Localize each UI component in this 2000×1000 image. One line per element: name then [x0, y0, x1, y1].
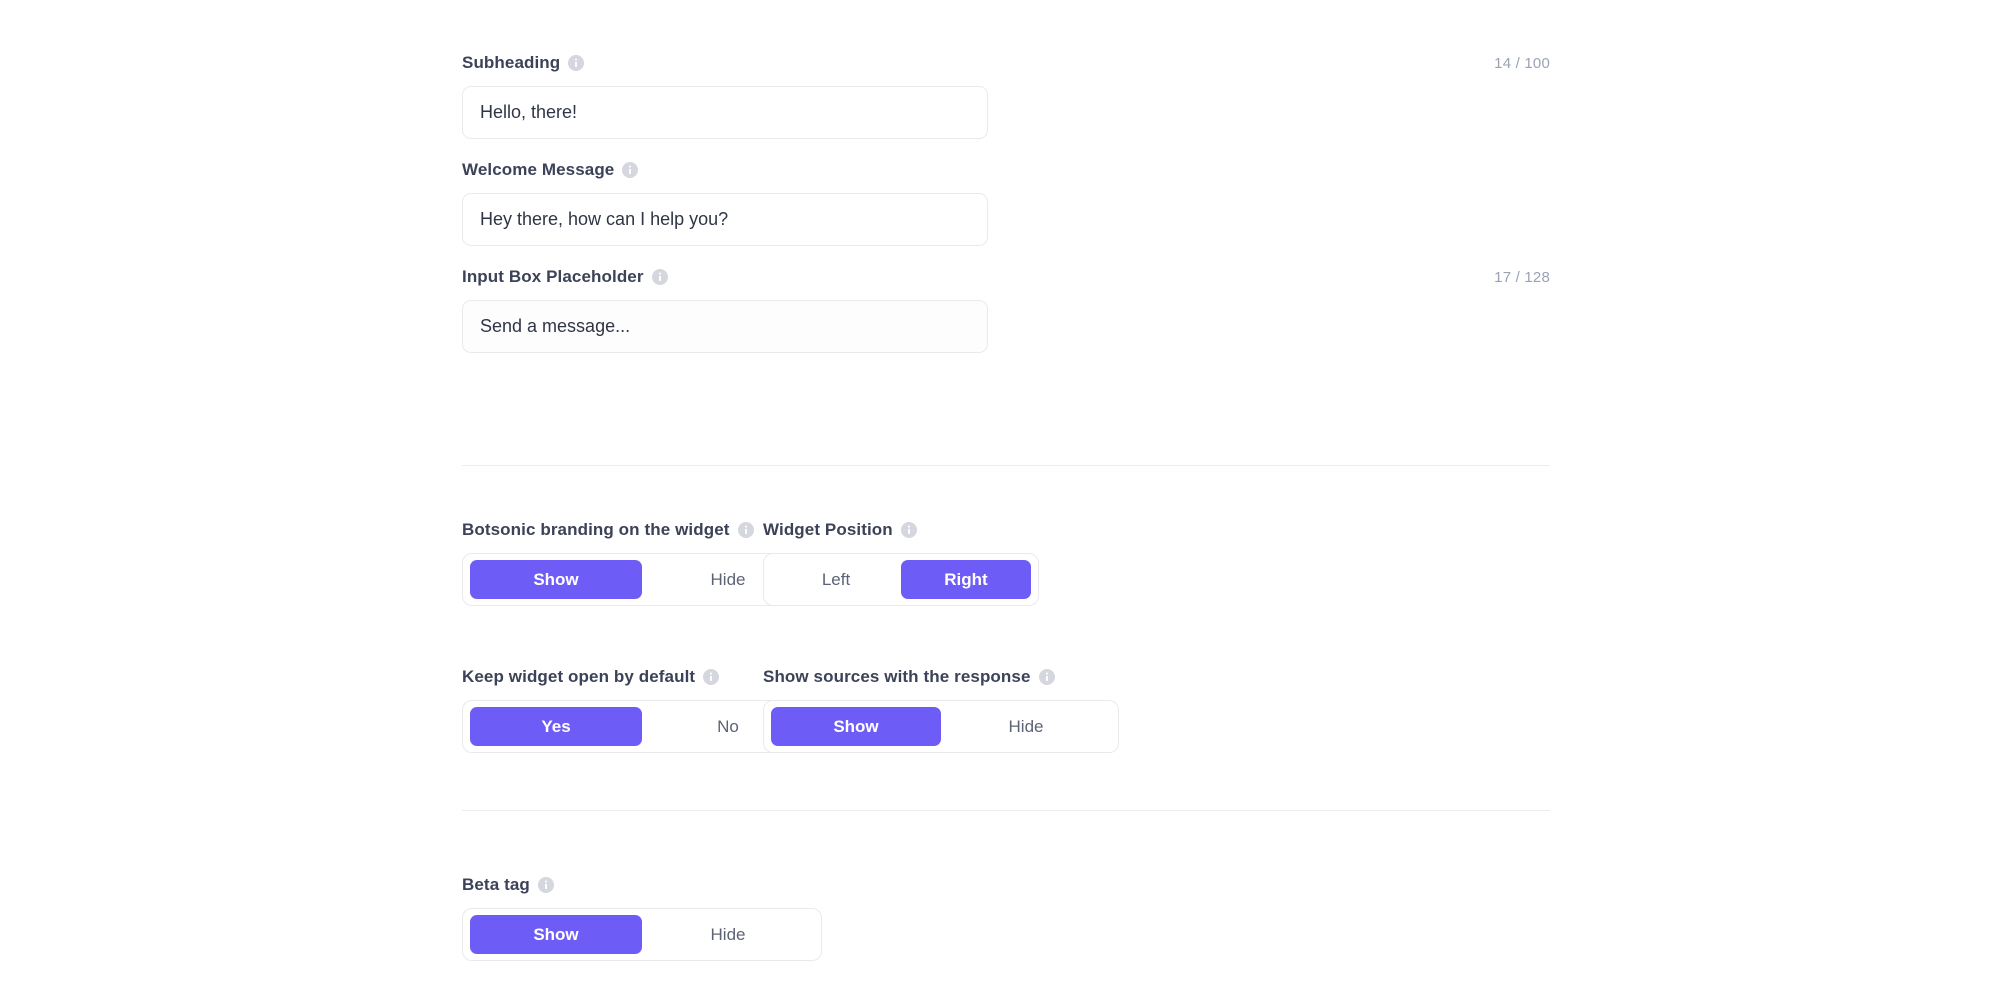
field-label-subheading: Subheading: [462, 53, 561, 72]
welcome-message-input[interactable]: [462, 193, 988, 246]
toggle-group-show-sources: Show Hide: [763, 700, 1119, 753]
toggle-option-beta-tag-hide[interactable]: Hide: [642, 915, 814, 954]
info-icon[interactable]: [622, 162, 639, 178]
info-icon[interactable]: [900, 522, 917, 538]
field-header: Input Box Placeholder 17 / 128: [462, 267, 1550, 287]
toggle-block-position: Widget Position Left Right: [763, 520, 1039, 606]
toggle-label-keep-open: Keep widget open by default: [462, 667, 696, 686]
toggle-header: Beta tag: [462, 875, 822, 895]
field-header: Welcome Message: [462, 160, 1550, 180]
field-welcome-message: Welcome Message: [462, 160, 1550, 246]
toggle-label-beta-tag: Beta tag: [462, 875, 530, 894]
label-wrap: Subheading: [462, 53, 585, 73]
toggle-option-show-sources-show[interactable]: Show: [771, 707, 941, 746]
section-divider-bottom: [462, 810, 1550, 811]
info-icon[interactable]: [568, 55, 585, 71]
info-icon[interactable]: [537, 877, 554, 893]
toggle-option-position-right[interactable]: Right: [901, 560, 1031, 599]
field-label-input-box-placeholder: Input Box Placeholder: [462, 267, 644, 286]
toggle-group-beta-tag: Show Hide: [462, 908, 822, 961]
char-counter-subheading: 14 / 100: [1494, 54, 1550, 72]
toggle-header: Widget Position: [763, 520, 1039, 540]
field-label-welcome-message: Welcome Message: [462, 160, 615, 179]
section-divider-top: [462, 465, 1550, 466]
toggle-block-show-sources: Show sources with the response Show Hide: [763, 667, 1119, 753]
field-input-box-placeholder: Input Box Placeholder 17 / 128: [462, 267, 1550, 353]
field-header: Subheading 14 / 100: [462, 53, 1550, 73]
toggle-option-branding-show[interactable]: Show: [470, 560, 642, 599]
char-counter-input-box-placeholder: 17 / 128: [1494, 268, 1550, 286]
info-icon[interactable]: [651, 269, 668, 285]
info-icon[interactable]: [1038, 669, 1055, 685]
input-box-placeholder-input[interactable]: [462, 300, 988, 353]
field-subheading: Subheading 14 / 100: [462, 53, 1550, 139]
toggle-option-show-sources-hide[interactable]: Hide: [941, 707, 1111, 746]
info-icon[interactable]: [737, 522, 754, 538]
toggle-label-position: Widget Position: [763, 520, 893, 539]
toggle-group-position: Left Right: [763, 553, 1039, 606]
toggle-header: Show sources with the response: [763, 667, 1119, 687]
label-wrap: Input Box Placeholder: [462, 267, 668, 287]
subheading-input[interactable]: [462, 86, 988, 139]
toggle-option-beta-tag-show[interactable]: Show: [470, 915, 642, 954]
label-wrap: Welcome Message: [462, 160, 639, 180]
toggle-option-position-left[interactable]: Left: [771, 560, 901, 599]
info-icon[interactable]: [703, 669, 720, 685]
toggle-block-beta-tag: Beta tag Show Hide: [462, 875, 822, 961]
toggle-label-branding: Botsonic branding on the widget: [462, 520, 730, 539]
settings-page: Subheading 14 / 100 Welcome Message: [0, 0, 2000, 1000]
toggle-label-show-sources: Show sources with the response: [763, 667, 1031, 686]
toggle-option-keep-open-yes[interactable]: Yes: [470, 707, 642, 746]
